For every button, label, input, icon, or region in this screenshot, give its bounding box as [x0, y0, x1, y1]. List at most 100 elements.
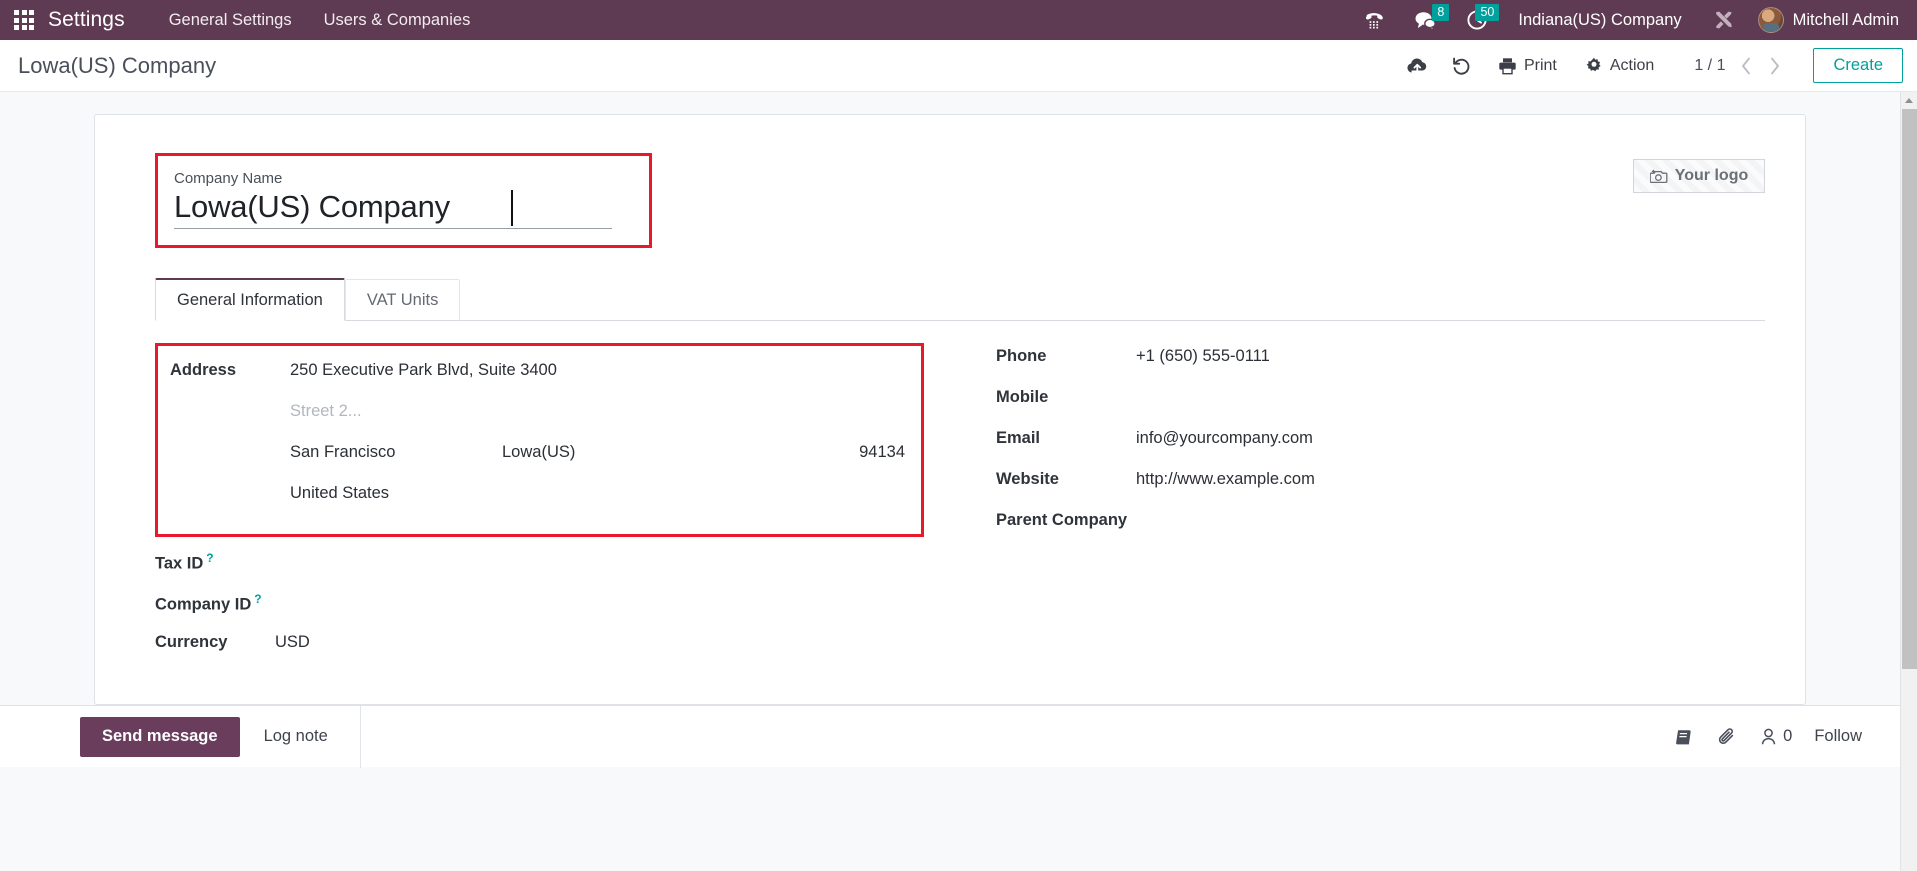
menu-general-settings[interactable]: General Settings	[153, 0, 308, 40]
phone-input[interactable]: +1 (650) 555-0111	[1136, 343, 1765, 366]
notebook-tabs: General Information VAT Units	[155, 278, 1765, 321]
tax-id-input[interactable]	[275, 547, 924, 569]
user-name: Mitchell Admin	[1792, 10, 1899, 29]
top-navigation-bar: Settings General Settings Users & Compan…	[0, 0, 1917, 40]
company-name-input[interactable]	[174, 189, 612, 229]
systray-area: 8 50 Indiana(US) Company Mitchell Admin	[1352, 0, 1917, 40]
email-row: Email info@yourcompany.com	[996, 425, 1765, 466]
chatter: Send message Log note 0 Follow	[0, 705, 1900, 768]
debug-tools-button[interactable]	[1700, 0, 1748, 40]
chevron-left-icon	[1742, 57, 1750, 74]
activities-button[interactable]: 50	[1454, 0, 1500, 40]
logo-button-label: Your logo	[1674, 167, 1749, 184]
log-note-button[interactable]: Log note	[240, 717, 352, 757]
address-label: Address	[170, 361, 237, 379]
tax-id-help-icon[interactable]: ?	[206, 551, 213, 565]
message-log-icon	[1675, 728, 1695, 746]
currency-label: Currency	[155, 633, 228, 651]
address-zip-input[interactable]: 94134	[702, 439, 909, 462]
phone-row: Phone +1 (650) 555-0111	[996, 343, 1765, 384]
company-id-row: Company ID?	[155, 588, 924, 629]
chatter-divider	[359, 705, 361, 768]
address-street-row: Address 250 Executive Park Blvd, Suite 3…	[170, 357, 909, 398]
mobile-row: Mobile	[996, 384, 1765, 425]
gear-icon	[1585, 57, 1603, 75]
pager-value: 1 / 1	[1694, 56, 1726, 74]
email-input[interactable]: info@yourcompany.com	[1136, 425, 1765, 448]
company-name-field-group: Company Name	[155, 153, 652, 248]
mobile-input[interactable]	[1136, 384, 1765, 406]
address-city-input[interactable]: San Francisco	[290, 439, 502, 462]
followers-button[interactable]: 0	[1759, 727, 1792, 746]
currency-row: Currency USD	[155, 629, 924, 670]
create-button[interactable]: Create	[1813, 48, 1903, 83]
company-id-help-icon[interactable]: ?	[254, 592, 261, 606]
voip-phone-button[interactable]	[1352, 0, 1398, 40]
form-scroll-region: Your logo Company Name General Informati…	[0, 92, 1900, 871]
company-logo-upload-button[interactable]: Your logo	[1633, 159, 1765, 193]
print-label: Print	[1523, 56, 1557, 74]
address-city-row: San Francisco Lowa(US) 94134	[170, 439, 909, 480]
send-message-button[interactable]: Send message	[80, 716, 240, 757]
scrollbar-thumb[interactable]	[1902, 109, 1917, 669]
breadcrumb[interactable]: Lowa(US) Company	[18, 53, 216, 79]
attachment-button[interactable]	[1717, 727, 1737, 747]
message-log-button[interactable]	[1675, 728, 1695, 746]
apps-grid-icon	[14, 10, 34, 30]
pager-previous-button[interactable]	[1733, 51, 1759, 81]
messages-button[interactable]: 8	[1402, 0, 1450, 40]
vertical-scrollbar[interactable]	[1900, 92, 1917, 871]
print-button[interactable]: Print	[1484, 49, 1571, 83]
active-company-switcher[interactable]: Indiana(US) Company	[1504, 0, 1695, 40]
control-panel-actions: Print Action 1 / 1 Create	[1396, 48, 1903, 83]
save-button[interactable]	[1396, 49, 1440, 83]
email-label: Email	[996, 429, 1041, 447]
avatar	[1757, 7, 1784, 33]
user-follower-icon	[1759, 727, 1778, 746]
parent-company-row: Parent Company	[996, 507, 1765, 548]
address-country-row: United States	[170, 480, 909, 521]
website-input[interactable]: http://www.example.com	[1136, 466, 1765, 489]
chatter-compose-buttons: Send message Log note	[80, 706, 352, 768]
activities-badge: 50	[1475, 4, 1500, 21]
mobile-label: Mobile	[996, 388, 1049, 406]
address-spacer	[170, 398, 290, 402]
action-button[interactable]: Action	[1571, 49, 1668, 83]
cloud-upload-save-icon	[1406, 57, 1429, 75]
right-field-column: Phone +1 (650) 555-0111 Mobile Email inf…	[960, 343, 1765, 670]
parent-company-input[interactable]	[1136, 507, 1765, 529]
tab-vat-units[interactable]: VAT Units	[344, 279, 461, 321]
company-id-label: Company ID?	[155, 588, 275, 615]
tax-id-row: Tax ID?	[155, 547, 924, 588]
user-menu[interactable]: Mitchell Admin	[1752, 0, 1907, 40]
chatter-tools: 0 Follow	[1675, 727, 1862, 747]
camera-plus-icon	[1649, 169, 1668, 184]
tab-general-information[interactable]: General Information	[155, 278, 345, 321]
tax-id-label: Tax ID?	[155, 547, 275, 574]
company-name-label: Company Name	[174, 170, 283, 187]
pager-next-button[interactable]	[1761, 51, 1787, 81]
phone-label: Phone	[996, 347, 1047, 365]
website-row: Website http://www.example.com	[996, 466, 1765, 507]
menu-users-and-companies[interactable]: Users & Companies	[308, 0, 487, 40]
discard-button[interactable]	[1440, 49, 1484, 83]
address-field-group: Address 250 Executive Park Blvd, Suite 3…	[155, 343, 924, 537]
currency-input[interactable]: USD	[275, 629, 924, 652]
address-country-input[interactable]: United States	[290, 480, 909, 503]
action-label: Action	[1609, 56, 1655, 74]
undo-discard-icon	[1451, 56, 1472, 76]
control-panel: Lowa(US) Company Print Action 1 / 1 Crea…	[0, 40, 1917, 92]
scroll-up-button[interactable]	[1901, 92, 1917, 109]
address-street2-row: Street 2...	[170, 398, 909, 439]
address-street-input[interactable]: 250 Executive Park Blvd, Suite 3400	[290, 357, 909, 380]
follow-button[interactable]: Follow	[1814, 727, 1862, 746]
notebook: General Information VAT Units Address 25…	[155, 278, 1765, 670]
address-state-input[interactable]: Lowa(US)	[502, 439, 702, 462]
address-street2-input[interactable]: Street 2...	[290, 398, 909, 421]
company-id-label-text: Company ID	[155, 595, 252, 614]
general-information-panel: Address 250 Executive Park Blvd, Suite 3…	[155, 343, 1765, 670]
voip-phone-icon	[1364, 10, 1386, 30]
apps-menu-button[interactable]	[0, 0, 48, 40]
paperclip-icon	[1717, 727, 1737, 747]
company-id-input[interactable]	[275, 588, 924, 610]
